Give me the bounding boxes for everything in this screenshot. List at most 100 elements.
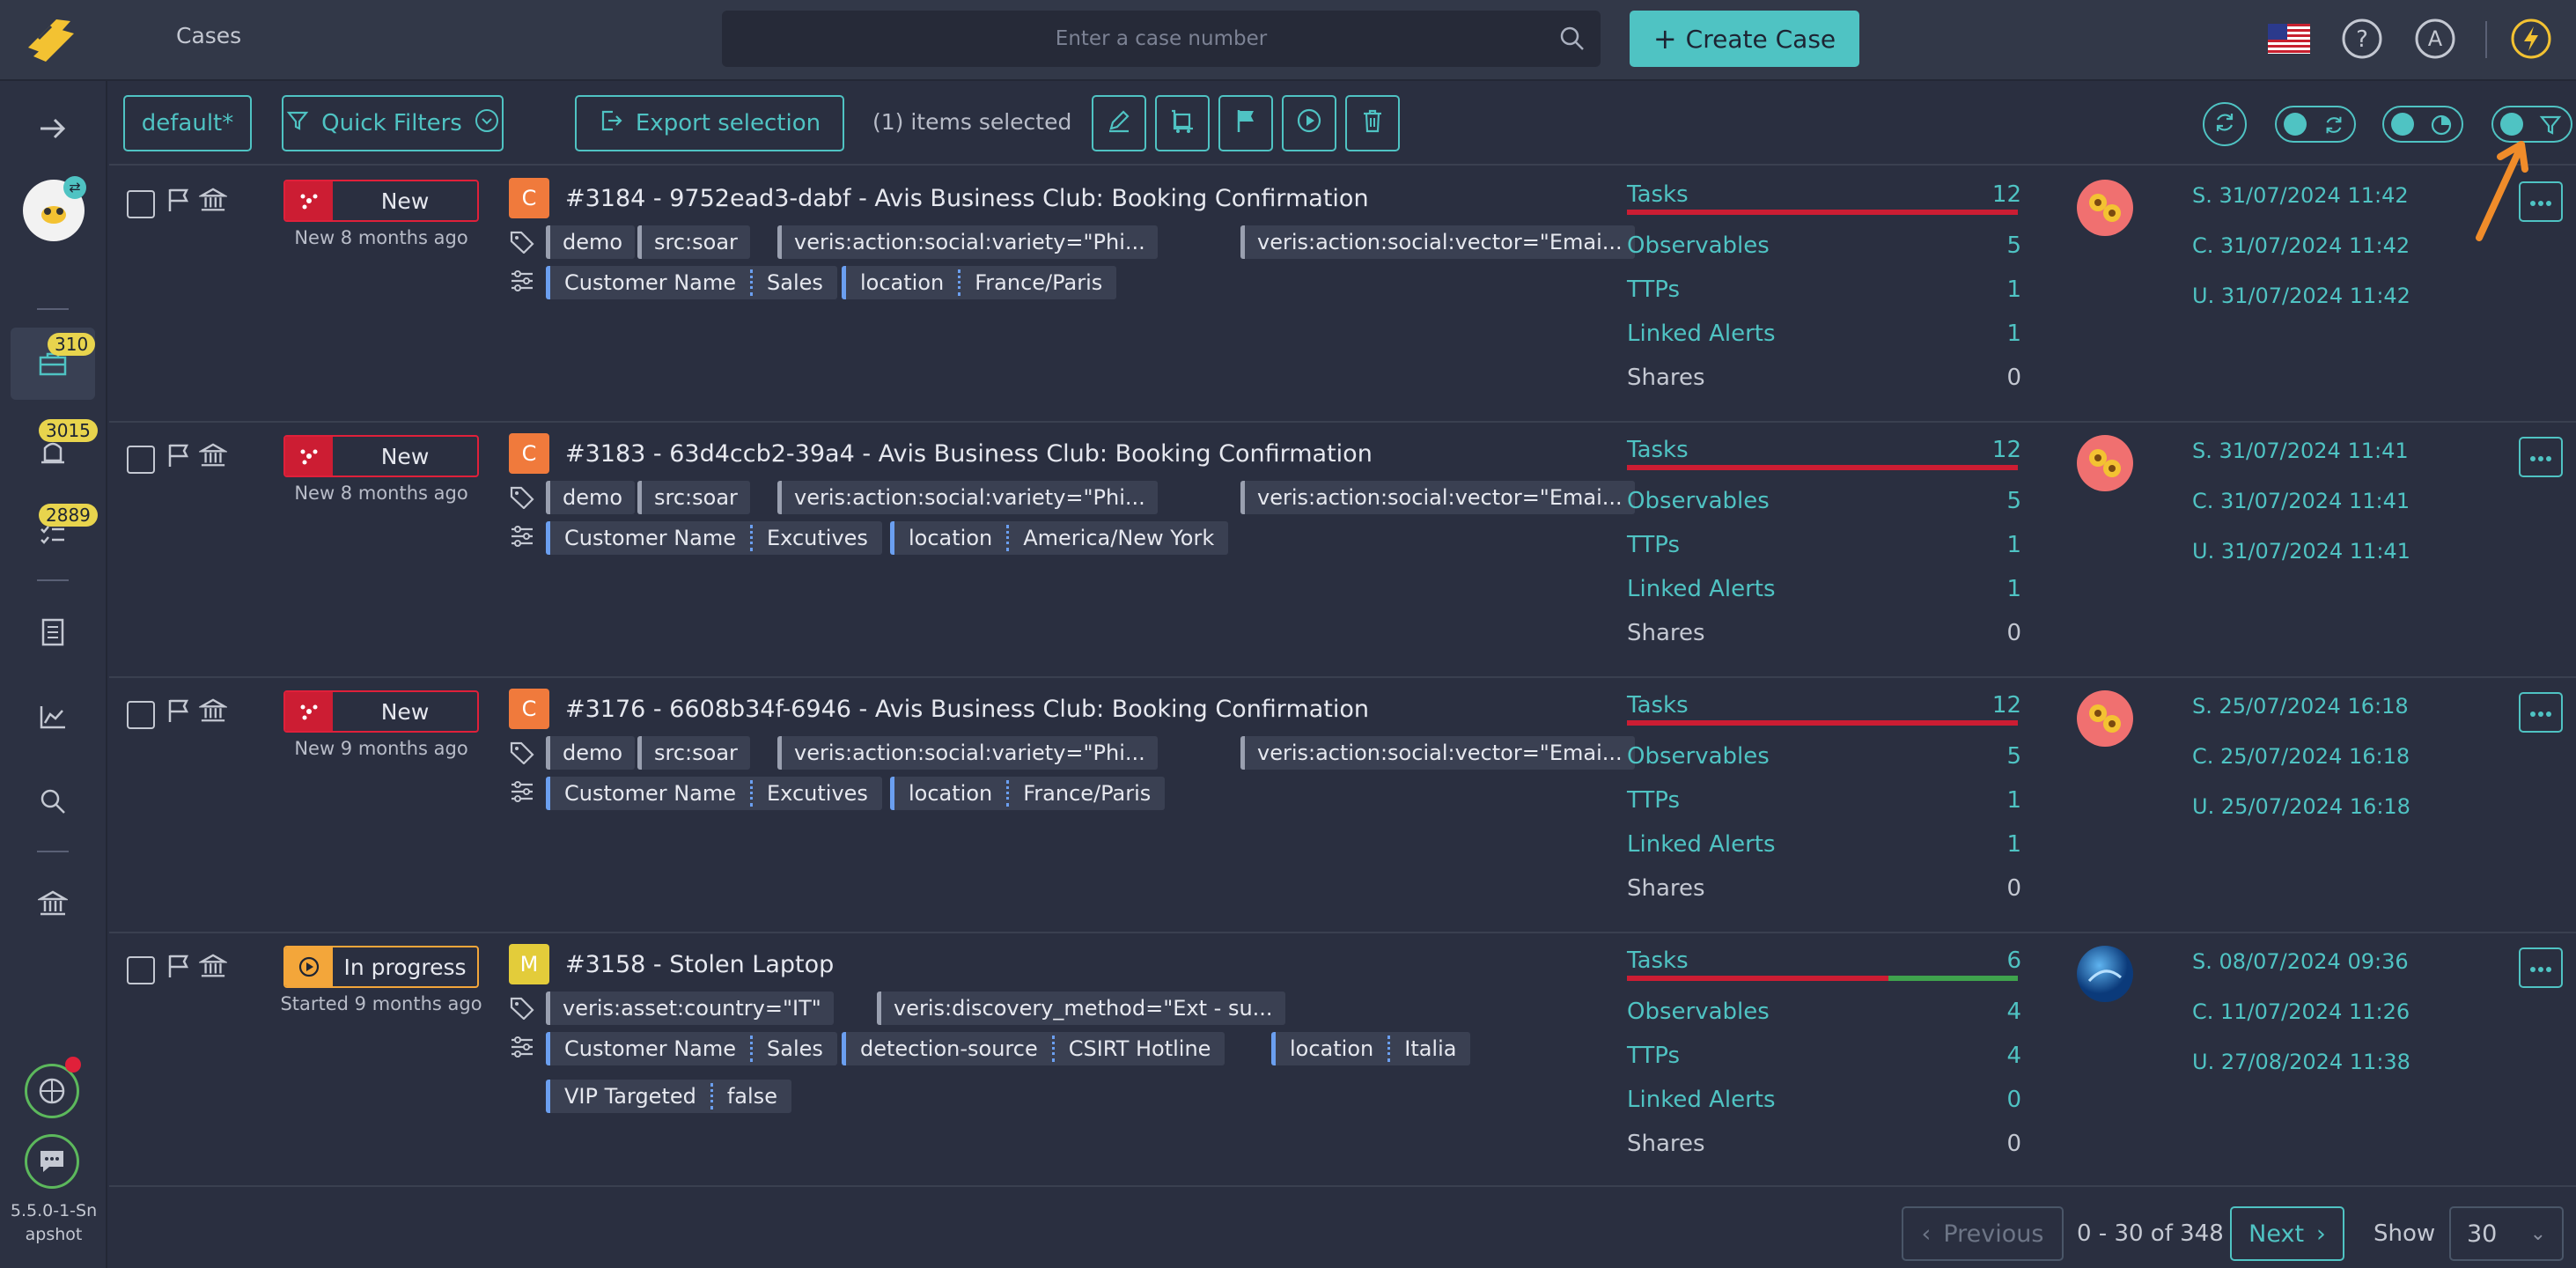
tag[interactable]: src:soar [637, 225, 750, 259]
stat-ttps-label[interactable]: TTPs [1627, 276, 1680, 303]
tag[interactable]: veris:action:social:vector="Emai... [1240, 481, 1635, 514]
severity-badge[interactable]: C [509, 433, 549, 474]
tag[interactable]: veris:action:social:variety="Phi... [777, 225, 1158, 259]
stat-linked-alerts-label[interactable]: Linked Alerts [1627, 576, 1776, 602]
case-title-link[interactable]: #3184 - 9752ead3-dabf - Avis Business Cl… [565, 185, 1369, 212]
custom-field[interactable]: location Italia [1271, 1032, 1471, 1065]
quick-filters-button[interactable]: Quick Filters [282, 95, 504, 151]
custom-field[interactable]: Customer Name Sales [546, 1032, 837, 1065]
custom-field[interactable]: location France/Paris [890, 777, 1166, 810]
stat-tasks-label[interactable]: Tasks [1627, 947, 1689, 974]
organisation-icon[interactable] [197, 953, 229, 983]
tag[interactable]: demo [546, 225, 636, 259]
organisation-icon[interactable] [197, 442, 229, 472]
tag[interactable]: veris:action:social:variety="Phi... [777, 736, 1158, 770]
search-icon[interactable] [1558, 25, 1586, 56]
stat-observables-label[interactable]: Observables [1627, 999, 1770, 1025]
row-checkbox[interactable] [127, 956, 155, 984]
sidebar-item-dashboards[interactable] [32, 696, 74, 738]
view-selector-button[interactable]: default* [123, 95, 252, 151]
stat-observables-label[interactable]: Observables [1627, 743, 1770, 770]
status-badge[interactable]: New [283, 690, 479, 733]
row-checkbox[interactable] [127, 446, 155, 474]
tag[interactable]: veris:discovery_method="Ext - su... [877, 992, 1285, 1025]
expand-arrow-icon[interactable] [32, 107, 74, 150]
sidebar-item-search[interactable] [32, 780, 74, 822]
tag[interactable]: veris:action:social:vector="Emai... [1240, 736, 1635, 770]
user-avatar[interactable]: A [2414, 18, 2456, 60]
stat-ttps-label[interactable]: TTPs [1627, 1043, 1680, 1069]
tag[interactable]: src:soar [637, 736, 750, 770]
assign-button[interactable] [1155, 95, 1210, 151]
create-case-button[interactable]: + Create Case [1630, 11, 1859, 67]
flag-icon[interactable] [166, 697, 192, 727]
custom-field[interactable]: location America/New York [890, 521, 1229, 555]
flag-icon[interactable] [166, 953, 192, 983]
tag[interactable]: veris:action:social:vector="Emai... [1240, 225, 1635, 259]
flag-button[interactable] [1218, 95, 1273, 151]
assignee-avatar[interactable] [2077, 946, 2133, 1002]
organisation-icon[interactable] [197, 187, 229, 217]
help-icon[interactable]: ? [2341, 18, 2383, 60]
more-actions-button[interactable] [2519, 437, 2563, 477]
stat-tasks-label[interactable]: Tasks [1627, 437, 1689, 463]
page-size-select[interactable]: 30 ⌄ [2449, 1206, 2564, 1261]
stat-observables-label[interactable]: Observables [1627, 488, 1770, 514]
stat-tasks-label[interactable]: Tasks [1627, 181, 1689, 208]
tag[interactable]: veris:action:social:variety="Phi... [777, 481, 1158, 514]
more-actions-button[interactable] [2519, 947, 2563, 988]
sidebar-item-knowledge-base[interactable] [32, 611, 74, 653]
custom-field[interactable]: Customer Name Sales [546, 266, 837, 299]
case-title-link[interactable]: #3158 - Stolen Laptop [565, 951, 834, 978]
tag[interactable]: demo [546, 481, 636, 514]
severity-badge[interactable]: C [509, 689, 549, 729]
tag[interactable]: src:soar [637, 481, 750, 514]
sidebar-item-organisation[interactable] [32, 882, 74, 925]
case-title-link[interactable]: #3176 - 6608b34f-6946 - Avis Business Cl… [565, 696, 1369, 723]
stat-linked-alerts-label[interactable]: Linked Alerts [1627, 1087, 1776, 1113]
custom-field[interactable]: Customer Name Excutives [546, 521, 882, 555]
delete-button[interactable] [1345, 95, 1400, 151]
status-badge[interactable]: New [283, 180, 479, 222]
custom-field[interactable]: detection-source CSIRT Hotline [842, 1032, 1225, 1065]
stat-ttps-label[interactable]: TTPs [1627, 787, 1680, 814]
stat-linked-alerts-label[interactable]: Linked Alerts [1627, 321, 1776, 347]
next-page-button[interactable]: Next › [2230, 1206, 2344, 1261]
thehive-logo-icon[interactable] [21, 12, 81, 67]
stat-tasks-label[interactable]: Tasks [1627, 692, 1689, 719]
stats-toggle[interactable] [2382, 106, 2463, 143]
run-responder-button[interactable] [1282, 95, 1336, 151]
stat-observables-label[interactable]: Observables [1627, 232, 1770, 259]
export-selection-button[interactable]: Export selection [575, 95, 844, 151]
case-number-search-input[interactable] [722, 11, 1601, 67]
more-actions-button[interactable] [2519, 181, 2563, 222]
chat-icon[interactable] [25, 1134, 79, 1189]
auto-refresh-toggle[interactable] [2275, 106, 2356, 143]
severity-badge[interactable]: M [509, 944, 549, 984]
stat-ttps-label[interactable]: TTPs [1627, 532, 1680, 558]
tag[interactable]: veris:asset:country="IT" [546, 992, 834, 1025]
organisation-icon[interactable] [197, 697, 229, 727]
status-badge[interactable]: New [283, 435, 479, 477]
lightning-icon[interactable] [2510, 18, 2552, 60]
assignee-avatar[interactable] [2077, 690, 2133, 747]
edit-button[interactable] [1092, 95, 1146, 151]
stat-linked-alerts-label[interactable]: Linked Alerts [1627, 831, 1776, 858]
row-checkbox[interactable] [127, 190, 155, 218]
filters-toggle[interactable] [2491, 106, 2572, 143]
custom-field[interactable]: location France/Paris [842, 266, 1117, 299]
more-actions-button[interactable] [2519, 692, 2563, 733]
tag[interactable]: demo [546, 736, 636, 770]
assignee-avatar[interactable] [2077, 180, 2133, 236]
severity-badge[interactable]: C [509, 178, 549, 218]
assignee-avatar[interactable] [2077, 435, 2133, 491]
refresh-button[interactable] [2203, 102, 2247, 146]
row-checkbox[interactable] [127, 701, 155, 729]
switch-org-icon[interactable]: ⇄ [63, 176, 86, 199]
previous-page-button[interactable]: ‹ Previous [1902, 1206, 2064, 1261]
case-title-link[interactable]: #3183 - 63d4ccb2-39a4 - Avis Business Cl… [565, 440, 1373, 468]
custom-field[interactable]: VIP Targeted false [546, 1080, 791, 1113]
custom-field[interactable]: Customer Name Excutives [546, 777, 882, 810]
us-flag-icon[interactable] [2268, 18, 2310, 60]
status-badge[interactable]: In progress [283, 946, 479, 988]
